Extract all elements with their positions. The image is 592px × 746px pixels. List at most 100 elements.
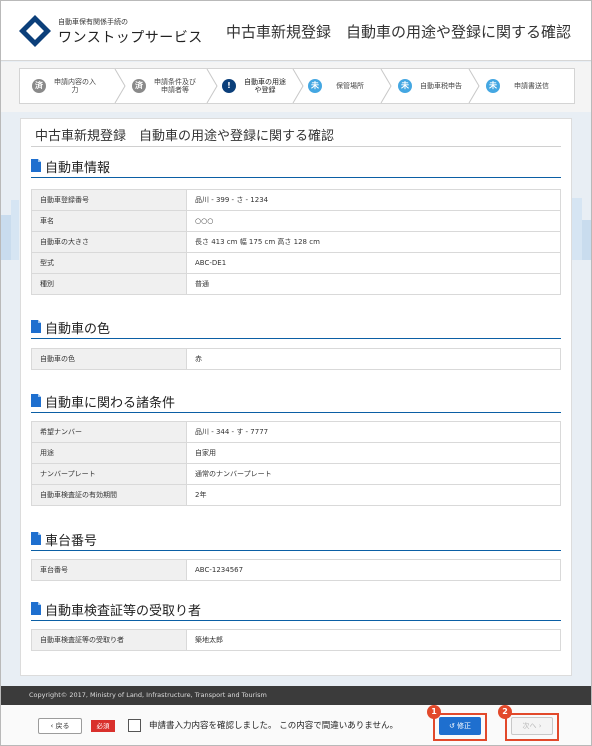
section-title: 自動車情報 (45, 161, 111, 176)
section-title: 車台番号 (45, 534, 98, 549)
row-value: ABC-DE1 (186, 252, 561, 274)
step-label: 申請書送信 (514, 82, 549, 90)
step-label: 申請内容の入 力 (54, 78, 96, 94)
row-key: 自動車の大きさ (31, 231, 187, 253)
logo-title: ワンストップサービス (58, 30, 203, 46)
section-title: 自動車の色 (45, 322, 111, 337)
row-key: 自動車登録番号 (31, 189, 187, 211)
chevron-right-icon (292, 69, 304, 103)
row-value: 赤 (186, 348, 561, 370)
city-right-decoration (572, 198, 591, 260)
table-row: 自動車の色赤 (31, 348, 561, 370)
step-done-badge: 済 (132, 79, 146, 93)
confirm-label[interactable]: 申請書入力内容を確認しました。 この内容で間違いありません。 (149, 719, 398, 731)
step-todo-badge: 未 (486, 79, 500, 93)
copyright-bar: Copyright© 2017, Ministry of Land, Infra… (1, 686, 591, 705)
copyright-text: Copyright© 2017, Ministry of Land, Infra… (29, 691, 267, 699)
chevron-right-icon (380, 69, 392, 103)
content-title: 中古車新規登録 自動車の用途や登録に関する確認 (35, 129, 335, 144)
city-left-decoration (1, 200, 19, 260)
row-value: 築地太郎 (186, 629, 561, 651)
row-key: 希望ナンバー (31, 421, 187, 443)
section-header: 自動車に関わる諸条件 (31, 391, 561, 413)
progress-stepper-area: 済 申請内容の入 力 済 申請条件及び 申請者等 ! 自動車の用途 や登録 未 … (1, 62, 591, 112)
row-key: 型式 (31, 252, 187, 274)
step-label: 自動車税申告 (420, 82, 462, 90)
chevron-right-icon (206, 69, 218, 103)
section-header: 自動車の色 (31, 317, 561, 339)
back-button[interactable]: ‹ 戻る (38, 718, 82, 734)
section-title: 自動車検査証等の受取り者 (45, 604, 202, 619)
title-divider (31, 146, 561, 147)
document-icon (31, 602, 41, 615)
step-submit: 未 申請書送信 (486, 69, 566, 103)
fix-button[interactable]: ↺ 修正 (439, 717, 481, 735)
document-icon (31, 394, 41, 407)
row-key: 車台番号 (31, 559, 187, 581)
step-label: 保管場所 (336, 82, 364, 90)
section-header: 車台番号 (31, 529, 561, 551)
row-key: 自動車の色 (31, 348, 187, 370)
row-key: ナンバープレート (31, 463, 187, 485)
step-marker-2: 2 (498, 705, 512, 719)
step-usage-registration: ! 自動車の用途 や登録 (222, 69, 302, 103)
row-key: 用途 (31, 442, 187, 464)
table-row: 自動車検査証の有効期間 2年 (31, 484, 561, 506)
table-row: 型式 ABC-DE1 (31, 252, 561, 274)
section-chassis-number: 車台番号 車台番号 ABC-1234567 (31, 529, 561, 581)
row-key: 自動車検査証の有効期間 (31, 484, 187, 506)
chevron-right-icon (114, 69, 126, 103)
table-row: 希望ナンバー 品川 - 344 - す - 7777 (31, 421, 561, 443)
row-value: 2年 (186, 484, 561, 506)
confirm-checkbox[interactable] (128, 719, 141, 732)
document-icon (31, 159, 41, 172)
step-label: 申請条件及び 申請者等 (154, 78, 196, 94)
diamond-logo-icon (19, 15, 51, 47)
row-value: 通常のナンバープレート (186, 463, 561, 485)
row-value: ○○○ (186, 210, 561, 232)
table-row: 用途 自家用 (31, 442, 561, 464)
table-row: 自動車の大きさ 長さ 413 cm 幅 175 cm 高さ 128 cm (31, 231, 561, 253)
table-row: 自動車登録番号 品川 - 399 - さ - 1234 (31, 189, 561, 211)
page-heading: 中古車新規登録 自動車の用途や登録に関する確認 (225, 23, 571, 41)
next-button[interactable]: 次へ › (511, 717, 553, 735)
step-input: 済 申請内容の入 力 (32, 69, 108, 103)
step-storage: 未 保管場所 (308, 69, 378, 103)
step-conditions: 済 申請条件及び 申請者等 (132, 69, 208, 103)
certificate-recipient-table: 自動車検査証等の受取り者 築地太郎 (31, 629, 561, 651)
row-value: 品川 - 399 - さ - 1234 (186, 189, 561, 211)
row-key: 種別 (31, 273, 187, 295)
step-current-badge: ! (222, 79, 236, 93)
section-title: 自動車に関わる諸条件 (45, 396, 176, 411)
row-value: ABC-1234567 (186, 559, 561, 581)
row-value: 自家用 (186, 442, 561, 464)
table-row: 車台番号 ABC-1234567 (31, 559, 561, 581)
required-badge: 必須 (91, 720, 115, 732)
action-bar: ‹ 戻る 必須 申請書入力内容を確認しました。 この内容で間違いありません。 ↺… (1, 705, 591, 745)
chevron-right-icon (468, 69, 480, 103)
table-row: 車名 ○○○ (31, 210, 561, 232)
vehicle-conditions-table: 希望ナンバー 品川 - 344 - す - 7777 用途 自家用 ナンバープレート… (31, 421, 561, 506)
step-label: 自動車の用途 や登録 (244, 78, 286, 94)
main-content: 中古車新規登録 自動車の用途や登録に関する確認 自動車情報 自動車登録番号 品川 … (20, 118, 572, 676)
table-row: 自動車検査証等の受取り者 築地太郎 (31, 629, 561, 651)
chassis-number-table: 車台番号 ABC-1234567 (31, 559, 561, 581)
undo-icon: ↺ (448, 722, 455, 730)
table-row: ナンバープレート 通常のナンバープレート (31, 463, 561, 485)
section-header: 自動車検査証等の受取り者 (31, 599, 561, 621)
section-header: 自動車情報 (31, 156, 561, 178)
step-marker-1: 1 (427, 705, 441, 719)
row-key: 自動車検査証等の受取り者 (31, 629, 187, 651)
logo-subtitle: 自動車保有関係手続の (58, 18, 128, 26)
row-value: 品川 - 344 - す - 7777 (186, 421, 561, 443)
site-header: 自動車保有関係手続の ワンストップサービス 中古車新規登録 自動車の用途や登録に… (1, 1, 591, 61)
section-certificate-recipient: 自動車検査証等の受取り者 自動車検査証等の受取り者 築地太郎 (31, 599, 561, 651)
vehicle-info-table: 自動車登録番号 品川 - 399 - さ - 1234 車名 ○○○ 自動車の大きさ… (31, 189, 561, 295)
section-vehicle-conditions: 自動車に関わる諸条件 希望ナンバー 品川 - 344 - す - 7777 用途自… (31, 391, 561, 506)
step-todo-badge: 未 (308, 79, 322, 93)
row-key: 車名 (31, 210, 187, 232)
section-vehicle-info: 自動車情報 自動車登録番号 品川 - 399 - さ - 1234 車名 ○○○ 自… (31, 156, 561, 295)
vehicle-color-table: 自動車の色赤 (31, 348, 561, 370)
progress-stepper: 済 申請内容の入 力 済 申請条件及び 申請者等 ! 自動車の用途 や登録 未 … (19, 68, 575, 104)
document-icon (31, 532, 41, 545)
